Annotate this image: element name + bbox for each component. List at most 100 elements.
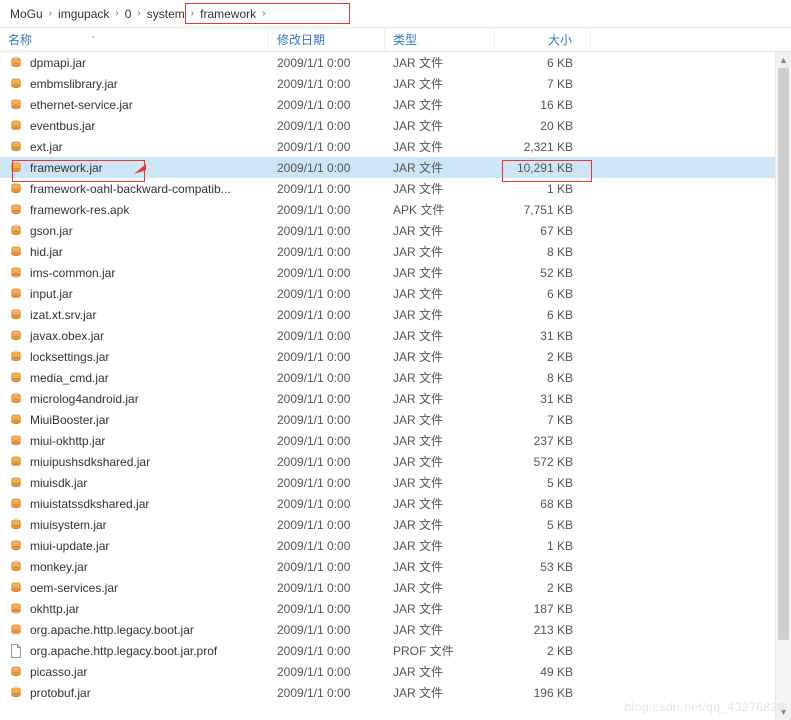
file-name-cell: input.jar bbox=[0, 286, 269, 302]
file-row[interactable]: miui-okhttp.jar2009/1/1 0:00JAR 文件237 KB bbox=[0, 430, 791, 451]
breadcrumb-item-system[interactable]: system bbox=[143, 0, 189, 27]
file-name-label: ethernet-service.jar bbox=[30, 98, 133, 112]
file-row[interactable]: org.apache.http.legacy.boot.jar2009/1/1 … bbox=[0, 619, 791, 640]
breadcrumb-item-imgupack[interactable]: imgupack bbox=[54, 0, 113, 27]
file-name-label: javax.obex.jar bbox=[30, 329, 104, 343]
file-row[interactable]: izat.xt.srv.jar2009/1/1 0:00JAR 文件6 KB bbox=[0, 304, 791, 325]
file-name-label: hid.jar bbox=[30, 245, 63, 259]
file-name-label: miuistatssdkshared.jar bbox=[30, 497, 149, 511]
file-name-cell: miui-update.jar bbox=[0, 538, 269, 554]
file-date-cell: 2009/1/1 0:00 bbox=[269, 308, 385, 322]
file-name-cell: eventbus.jar bbox=[0, 118, 269, 134]
file-type-cell: JAR 文件 bbox=[385, 579, 495, 596]
file-date-cell: 2009/1/1 0:00 bbox=[269, 413, 385, 427]
file-row[interactable]: okhttp.jar2009/1/1 0:00JAR 文件187 KB bbox=[0, 598, 791, 619]
scroll-track[interactable] bbox=[776, 68, 791, 704]
file-row[interactable]: miuisystem.jar2009/1/1 0:00JAR 文件5 KB bbox=[0, 514, 791, 535]
file-row[interactable]: framework-res.apk2009/1/1 0:00APK 文件7,75… bbox=[0, 199, 791, 220]
file-row[interactable]: framework-oahl-backward-compatib...2009/… bbox=[0, 178, 791, 199]
breadcrumb-item-framework[interactable]: framework bbox=[196, 0, 260, 27]
file-row[interactable]: hid.jar2009/1/1 0:00JAR 文件8 KB bbox=[0, 241, 791, 262]
file-date-cell: 2009/1/1 0:00 bbox=[269, 203, 385, 217]
file-row[interactable]: protobuf.jar2009/1/1 0:00JAR 文件196 KB bbox=[0, 682, 791, 703]
file-row[interactable]: miui-update.jar2009/1/1 0:00JAR 文件1 KB bbox=[0, 535, 791, 556]
file-row[interactable]: monkey.jar2009/1/1 0:00JAR 文件53 KB bbox=[0, 556, 791, 577]
file-name-cell: framework-res.apk bbox=[0, 202, 269, 218]
file-date-cell: 2009/1/1 0:00 bbox=[269, 644, 385, 658]
file-size-cell: 6 KB bbox=[495, 287, 591, 301]
file-type-cell: JAR 文件 bbox=[385, 222, 495, 239]
breadcrumb-item-0[interactable]: 0 bbox=[121, 0, 136, 27]
chevron-right-icon[interactable]: › bbox=[47, 8, 54, 19]
scroll-up-button[interactable]: ▲ bbox=[776, 52, 791, 68]
file-row[interactable]: framework.jar2009/1/1 0:00JAR 文件10,291 K… bbox=[0, 157, 791, 178]
chevron-right-icon[interactable]: › bbox=[113, 8, 120, 19]
file-type-cell: JAR 文件 bbox=[385, 75, 495, 92]
file-date-cell: 2009/1/1 0:00 bbox=[269, 329, 385, 343]
file-type-cell: JAR 文件 bbox=[385, 243, 495, 260]
file-name-cell: ethernet-service.jar bbox=[0, 97, 269, 113]
file-row[interactable]: miuipushsdkshared.jar2009/1/1 0:00JAR 文件… bbox=[0, 451, 791, 472]
file-type-cell: JAR 文件 bbox=[385, 684, 495, 701]
file-name-label: input.jar bbox=[30, 287, 73, 301]
file-row[interactable]: locksettings.jar2009/1/1 0:00JAR 文件2 KB bbox=[0, 346, 791, 367]
file-name-label: org.apache.http.legacy.boot.jar bbox=[30, 623, 194, 637]
scroll-thumb[interactable] bbox=[778, 68, 789, 640]
file-row[interactable]: microlog4android.jar2009/1/1 0:00JAR 文件3… bbox=[0, 388, 791, 409]
file-row[interactable]: MiuiBooster.jar2009/1/1 0:00JAR 文件7 KB bbox=[0, 409, 791, 430]
file-row[interactable]: javax.obex.jar2009/1/1 0:00JAR 文件31 KB bbox=[0, 325, 791, 346]
column-header-date[interactable]: 修改日期 bbox=[269, 28, 385, 51]
file-name-label: MiuiBooster.jar bbox=[30, 413, 109, 427]
jar-file-icon bbox=[8, 580, 24, 596]
file-row[interactable]: miuisdk.jar2009/1/1 0:00JAR 文件5 KB bbox=[0, 472, 791, 493]
file-date-cell: 2009/1/1 0:00 bbox=[269, 287, 385, 301]
file-type-cell: JAR 文件 bbox=[385, 138, 495, 155]
vertical-scrollbar[interactable]: ▲ ▼ bbox=[775, 52, 791, 720]
column-header-name-label: 名称 bbox=[8, 31, 32, 48]
file-date-cell: 2009/1/1 0:00 bbox=[269, 455, 385, 469]
column-header-type[interactable]: 类型 bbox=[385, 28, 495, 51]
file-name-cell: microlog4android.jar bbox=[0, 391, 269, 407]
file-date-cell: 2009/1/1 0:00 bbox=[269, 497, 385, 511]
chevron-right-icon[interactable]: › bbox=[260, 8, 267, 19]
file-size-cell: 67 KB bbox=[495, 224, 591, 238]
file-size-cell: 7 KB bbox=[495, 77, 591, 91]
file-row[interactable]: embmslibrary.jar2009/1/1 0:00JAR 文件7 KB bbox=[0, 73, 791, 94]
file-size-cell: 7,751 KB bbox=[495, 203, 591, 217]
chevron-right-icon[interactable]: › bbox=[135, 8, 142, 19]
file-type-cell: JAR 文件 bbox=[385, 537, 495, 554]
file-row[interactable]: eventbus.jar2009/1/1 0:00JAR 文件20 KB bbox=[0, 115, 791, 136]
file-date-cell: 2009/1/1 0:00 bbox=[269, 518, 385, 532]
file-type-cell: JAR 文件 bbox=[385, 117, 495, 134]
file-type-cell: JAR 文件 bbox=[385, 180, 495, 197]
scroll-down-button[interactable]: ▼ bbox=[776, 704, 791, 720]
file-row[interactable]: picasso.jar2009/1/1 0:00JAR 文件49 KB bbox=[0, 661, 791, 682]
file-row[interactable]: ext.jar2009/1/1 0:00JAR 文件2,321 KB bbox=[0, 136, 791, 157]
file-row[interactable]: org.apache.http.legacy.boot.jar.prof2009… bbox=[0, 640, 791, 661]
file-date-cell: 2009/1/1 0:00 bbox=[269, 686, 385, 700]
file-row[interactable]: ims-common.jar2009/1/1 0:00JAR 文件52 KB bbox=[0, 262, 791, 283]
file-row[interactable]: ethernet-service.jar2009/1/1 0:00JAR 文件1… bbox=[0, 94, 791, 115]
file-type-cell: JAR 文件 bbox=[385, 306, 495, 323]
file-row[interactable]: oem-services.jar2009/1/1 0:00JAR 文件2 KB bbox=[0, 577, 791, 598]
file-name-label: dpmapi.jar bbox=[30, 56, 86, 70]
chevron-right-icon[interactable]: › bbox=[189, 8, 196, 19]
file-name-cell: miuistatssdkshared.jar bbox=[0, 496, 269, 512]
file-type-cell: JAR 文件 bbox=[385, 432, 495, 449]
file-name-label: picasso.jar bbox=[30, 665, 87, 679]
jar-file-icon bbox=[8, 286, 24, 302]
file-row[interactable]: input.jar2009/1/1 0:00JAR 文件6 KB bbox=[0, 283, 791, 304]
file-row[interactable]: gson.jar2009/1/1 0:00JAR 文件67 KB bbox=[0, 220, 791, 241]
file-type-cell: JAR 文件 bbox=[385, 369, 495, 386]
file-type-cell: JAR 文件 bbox=[385, 621, 495, 638]
file-row[interactable]: media_cmd.jar2009/1/1 0:00JAR 文件8 KB bbox=[0, 367, 791, 388]
file-row[interactable]: dpmapi.jar2009/1/1 0:00JAR 文件6 KB bbox=[0, 52, 791, 73]
column-header-size[interactable]: 大小 bbox=[495, 28, 591, 51]
breadcrumb-item-mogu[interactable]: MoGu bbox=[6, 0, 47, 27]
file-list[interactable]: dpmapi.jar2009/1/1 0:00JAR 文件6 KBembmsli… bbox=[0, 52, 791, 703]
file-type-cell: JAR 文件 bbox=[385, 516, 495, 533]
file-name-label: framework.jar bbox=[30, 161, 103, 175]
file-row[interactable]: miuistatssdkshared.jar2009/1/1 0:00JAR 文… bbox=[0, 493, 791, 514]
file-name-label: microlog4android.jar bbox=[30, 392, 139, 406]
column-header-name[interactable]: 名称 ˆ bbox=[0, 28, 269, 51]
